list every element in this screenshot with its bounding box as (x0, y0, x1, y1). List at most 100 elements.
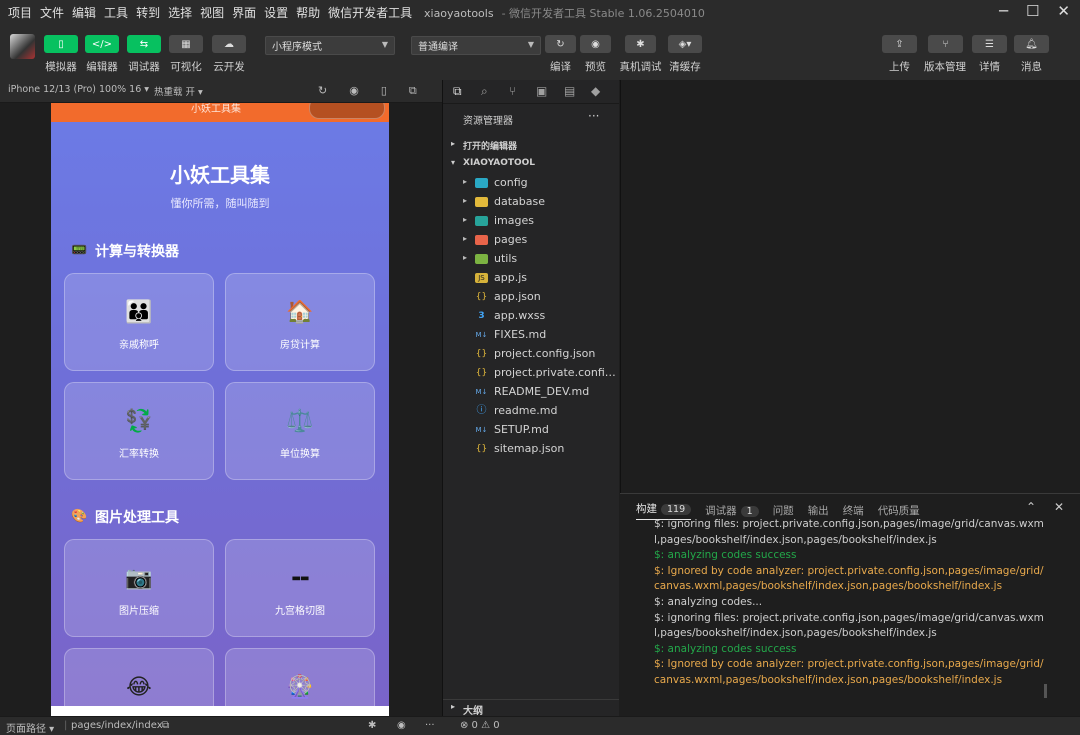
menu-file[interactable]: 文件 (40, 4, 64, 21)
tool-card-compress[interactable]: 📷 图片压缩 (64, 539, 214, 637)
messages-button[interactable]: 🔔︎ (1014, 35, 1049, 53)
folder-database[interactable]: ▸ database (443, 193, 619, 212)
file-setup[interactable]: M↓ SETUP.md (443, 421, 619, 440)
more-icon[interactable]: ··· (588, 109, 599, 123)
visual-button[interactable]: ▦ (169, 35, 203, 53)
menu-capsule[interactable] (309, 103, 385, 119)
menu-project[interactable]: 项目 (8, 4, 32, 21)
folder-images[interactable]: ▸ images (443, 212, 619, 231)
minimize-icon[interactable]: ─ (999, 2, 1008, 20)
error-count[interactable]: ⊗ 0 ⚠ 0 (460, 720, 500, 731)
folder-name: images (494, 214, 534, 227)
clear-cache-button[interactable]: ◈▾ (668, 35, 702, 53)
scales-icon: ⚖️ (286, 409, 314, 434)
tab-code-quality[interactable]: 代码质量 (878, 503, 920, 518)
device-select[interactable]: iPhone 12/13 (Pro) 100% 16 ▾ (8, 84, 149, 95)
close-panel-icon[interactable]: ✕ (1054, 500, 1064, 514)
chevron-up-icon[interactable]: ⌃ (1026, 500, 1036, 514)
refresh-icon: ↻ (556, 38, 565, 50)
file-fixes-md[interactable]: M↓ FIXES.md (443, 326, 619, 345)
editor-button[interactable]: </> (85, 35, 119, 53)
folder-icon (475, 197, 488, 207)
files-icon[interactable]: ⧉ (453, 84, 462, 99)
folder-config[interactable]: ▸ config (443, 174, 619, 193)
debug-icon: ⇆ (139, 38, 149, 50)
file-name: project.config.json (494, 347, 596, 360)
real-debug-button[interactable]: ✱ (625, 35, 656, 53)
docker-icon[interactable]: ◆ (591, 84, 600, 98)
hot-reload-toggle[interactable]: 热重载 开 ▾ (154, 84, 203, 98)
cloud-button[interactable]: ☁ (212, 35, 246, 53)
tool-card-grid-cut[interactable]: ▬▬ 九宫格切图 (225, 539, 375, 637)
compile-select[interactable]: 普通编译 ▼ (411, 36, 541, 55)
more-icon[interactable]: ··· (425, 720, 435, 731)
folder-utils[interactable]: ▸ utils (443, 250, 619, 269)
simulator-button[interactable]: ▯ (44, 35, 78, 53)
compile-button[interactable]: ↻ (545, 35, 576, 53)
close-icon[interactable]: ✕ (1057, 2, 1070, 20)
menu-edit[interactable]: 编辑 (72, 4, 96, 21)
page-path[interactable]: pages/index/index (71, 720, 163, 731)
open-editors-section[interactable]: ▸ 打开的编辑器 (443, 136, 619, 155)
debugger-button[interactable]: ⇆ (127, 35, 161, 53)
file-sitemap[interactable]: {} sitemap.json (443, 440, 619, 459)
tab-debugger[interactable]: 调试器 1 (705, 503, 759, 518)
navbar-title: 小妖工具集 (191, 104, 241, 115)
search-icon[interactable]: ⌕ (481, 84, 488, 99)
source-control-icon[interactable]: ⑂ (509, 84, 516, 98)
preview-button[interactable]: ◉ (580, 35, 611, 53)
laughing-face-icon: 😂 (126, 675, 152, 700)
file-readme[interactable]: ⓘ readme.md (443, 402, 619, 421)
menu-tools[interactable]: 工具 (104, 4, 128, 21)
menu-select[interactable]: 选择 (168, 4, 192, 21)
camera-icon: 📷 (125, 566, 153, 591)
folder-pages[interactable]: ▸ pages (443, 231, 619, 250)
file-app-json[interactable]: {} app.json (443, 288, 619, 307)
messages-label: 消息 (1021, 61, 1042, 73)
file-project-config[interactable]: {} project.config.json (443, 345, 619, 364)
file-app-wxss[interactable]: 3 app.wxss (443, 307, 619, 326)
menu-goto[interactable]: 转到 (136, 4, 160, 21)
tab-terminal[interactable]: 终端 (843, 503, 864, 518)
bug-icon[interactable]: ✱ (368, 720, 376, 731)
tool-card-label: 汇率转换 (119, 449, 159, 460)
tool-card-mortgage[interactable]: 🏠 房贷计算 (225, 273, 375, 371)
eye-icon[interactable]: ◉ (397, 720, 406, 731)
markdown-file-icon: M↓ (475, 426, 488, 434)
details-button[interactable]: ☰ (972, 35, 1007, 53)
extensions-icon[interactable]: ▣ (536, 84, 547, 98)
phone-rotate-icon[interactable]: ▯ (381, 84, 387, 98)
menu-settings[interactable]: 设置 (264, 4, 288, 21)
debug-panel-icon[interactable]: ▤ (564, 84, 575, 98)
menu-view[interactable]: 视图 (200, 4, 224, 21)
file-app-js[interactable]: JS app.js (443, 269, 619, 288)
file-project-private-config[interactable]: {} project.private.config.js... (443, 364, 619, 383)
console-scrollbar[interactable] (1044, 684, 1047, 698)
tab-output[interactable]: 输出 (808, 503, 829, 518)
avatar[interactable] (10, 34, 35, 59)
upload-button[interactable]: ⇪ (882, 35, 917, 53)
project-section[interactable]: ▾ XIAOYAOTOOL (443, 155, 619, 174)
editor-area[interactable] (620, 80, 1080, 493)
tool-card-currency[interactable]: 💱 汇率转换 (64, 382, 214, 480)
project-label: XIAOYAOTOOL (463, 158, 536, 168)
mode-select[interactable]: 小程序模式 ▼ (265, 36, 395, 55)
menu-help[interactable]: 帮助 (296, 4, 320, 21)
record-icon[interactable]: ◉ (349, 84, 359, 98)
popout-icon[interactable]: ⧉ (409, 84, 417, 98)
outline-section[interactable]: ▸ 大纲 (443, 699, 619, 717)
page-path-toggle[interactable]: 页面路径 ▾ (6, 720, 54, 735)
maximize-icon[interactable]: ☐ (1026, 2, 1039, 20)
menu-interface[interactable]: 界面 (232, 4, 256, 21)
tab-problems[interactable]: 问题 (773, 503, 794, 518)
chevron-right-icon: ▸ (463, 196, 468, 205)
version-button[interactable]: ⑂ (928, 35, 963, 53)
tool-card-units[interactable]: ⚖️ 单位换算 (225, 382, 375, 480)
file-readme-dev[interactable]: M↓ README_DEV.md (443, 383, 619, 402)
menu-wechat-devtools[interactable]: 微信开发者工具 (328, 4, 412, 21)
reload-icon[interactable]: ↻ (318, 84, 327, 98)
chevron-down-icon: ▾ (451, 158, 456, 167)
main-toolbar: ▯ 模拟器 </> 编辑器 ⇆ 调试器 ▦ 可视化 ☁ 云开发 小程序模式 ▼ 普… (0, 24, 1080, 81)
copy-icon[interactable]: ⧉ (162, 720, 169, 731)
tool-card-relatives[interactable]: 👪 亲戚称呼 (64, 273, 214, 371)
